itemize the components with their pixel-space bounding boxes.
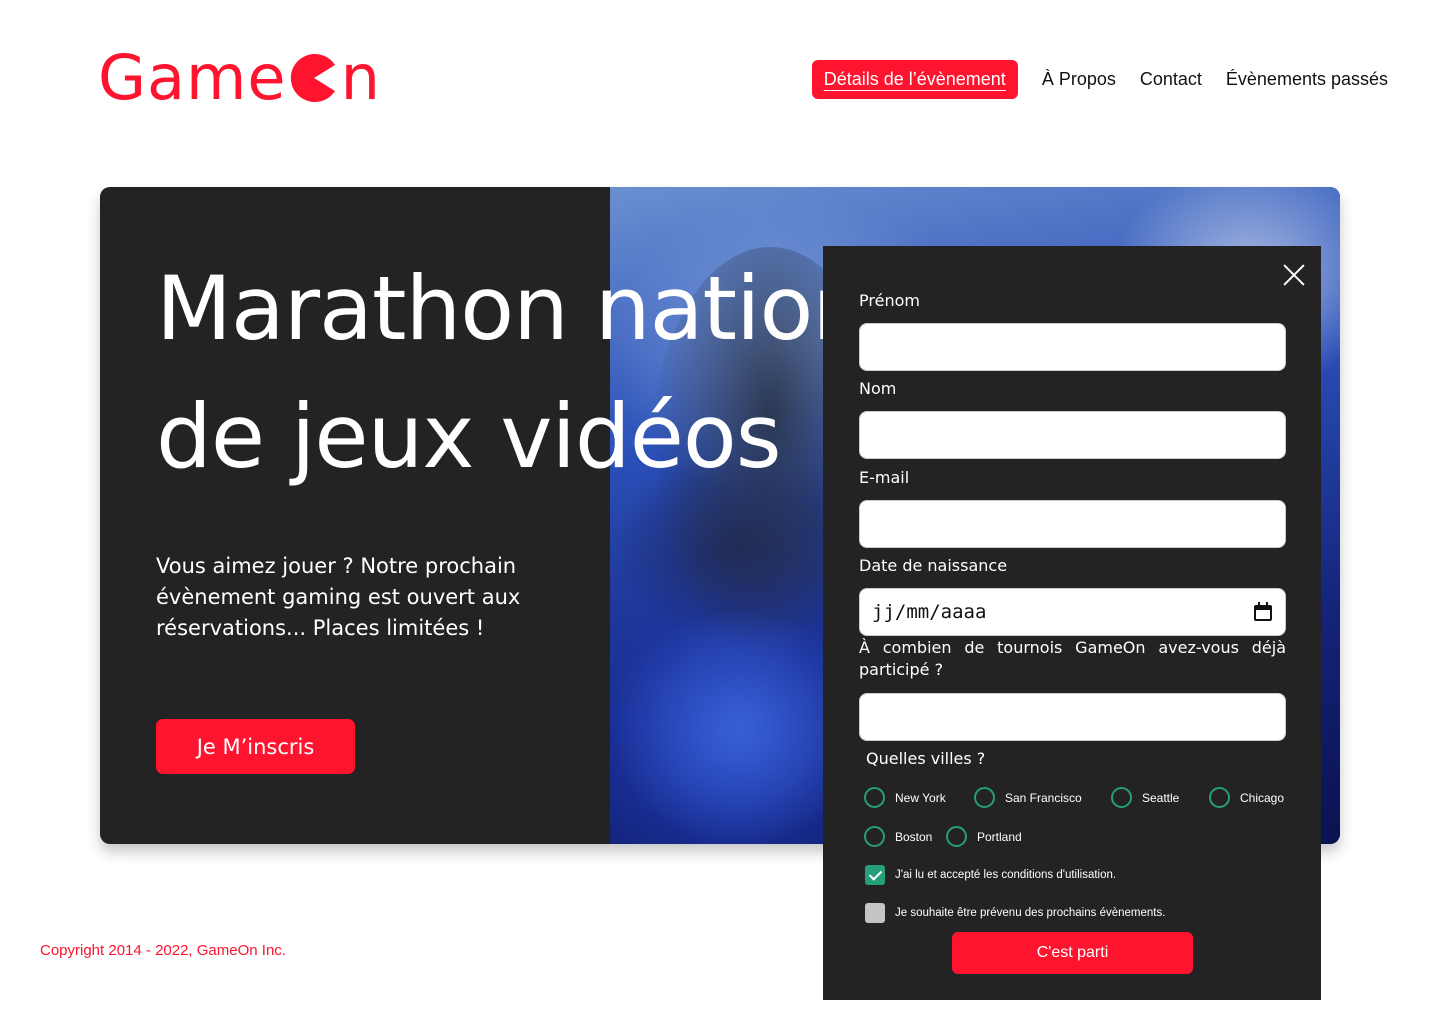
hero-title-line2: de jeux vidéos	[156, 385, 782, 488]
nav-past-events[interactable]: Évènements passés	[1214, 60, 1400, 99]
hero-description: Vous aimez jouer ? Notre prochain évènem…	[156, 554, 521, 640]
radio-circle[interactable]	[864, 787, 885, 808]
terms-label: J'ai lu et accepté les conditions d'util…	[895, 869, 1117, 881]
city-radio-new-york[interactable]: New York	[864, 787, 946, 808]
pacman-icon	[290, 54, 335, 102]
signup-button[interactable]: Je M’inscris	[156, 719, 355, 774]
last-name-label: Nom	[859, 379, 897, 398]
radio-circle[interactable]	[974, 787, 995, 808]
radio-circle[interactable]	[1209, 787, 1230, 808]
first-name-label: Prénom	[859, 291, 920, 310]
newsletter-checkbox-row[interactable]: Je souhaite être prévenu des prochains é…	[865, 903, 1165, 923]
logo-text-start: Game	[98, 41, 287, 114]
email-label: E-mail	[859, 468, 910, 487]
close-icon[interactable]	[1281, 262, 1307, 288]
city-radio-san-francisco[interactable]: San Francisco	[974, 787, 1082, 808]
city-label: Portland	[977, 829, 1022, 844]
city-label: San Francisco	[1005, 790, 1082, 805]
radio-circle[interactable]	[864, 826, 885, 847]
submit-button[interactable]: C'est parti	[952, 932, 1193, 974]
first-name-input[interactable]	[859, 323, 1286, 371]
nav-event-details[interactable]: Détails de l’évènement	[811, 60, 1018, 99]
main-nav: Détails de l’évènement À Propos Contact …	[811, 60, 1400, 99]
last-name-input[interactable]	[859, 411, 1286, 459]
city-label: Chicago	[1240, 790, 1285, 805]
city-label: Boston	[895, 829, 933, 844]
city-radio-portland[interactable]: Portland	[946, 826, 1022, 847]
city-label: New York	[895, 790, 946, 805]
nav-about[interactable]: À Propos	[1030, 60, 1128, 99]
birthdate-label: Date de naissance	[859, 556, 1008, 575]
city-label: Seattle	[1142, 790, 1180, 805]
email-input[interactable]	[859, 500, 1286, 548]
calendar-icon[interactable]	[1253, 602, 1273, 622]
nav-contact[interactable]: Contact	[1128, 60, 1214, 99]
newsletter-label: Je souhaite être prévenu des prochains é…	[895, 907, 1166, 919]
birthdate-input[interactable]: jj/mm/aaaa	[859, 588, 1286, 636]
city-radio-chicago[interactable]: Chicago	[1209, 787, 1284, 808]
gameon-logo[interactable]: Game n	[98, 41, 381, 114]
registration-modal: Prénom Nom E-mail Date de naissance jj/m…	[823, 246, 1321, 1000]
radio-circle[interactable]	[1111, 787, 1132, 808]
copyright-text: Copyright 2014 - 2022, GameOn Inc.	[40, 942, 286, 959]
terms-checkbox[interactable]	[865, 865, 885, 885]
city-radio-boston[interactable]: Boston	[864, 826, 932, 847]
newsletter-checkbox[interactable]	[865, 903, 885, 923]
cities-label: Quelles villes ?	[866, 749, 986, 768]
logo-text-end: n	[340, 41, 381, 114]
tournaments-question: À combien de tournois GameOn avez-vous d…	[859, 638, 1286, 679]
birthdate-placeholder: jj/mm/aaaa	[872, 601, 987, 623]
terms-checkbox-row[interactable]: J'ai lu et accepté les conditions d'util…	[865, 865, 1116, 885]
city-radio-seattle[interactable]: Seattle	[1111, 787, 1179, 808]
tournaments-count-input[interactable]	[859, 693, 1286, 741]
radio-circle[interactable]	[946, 826, 967, 847]
